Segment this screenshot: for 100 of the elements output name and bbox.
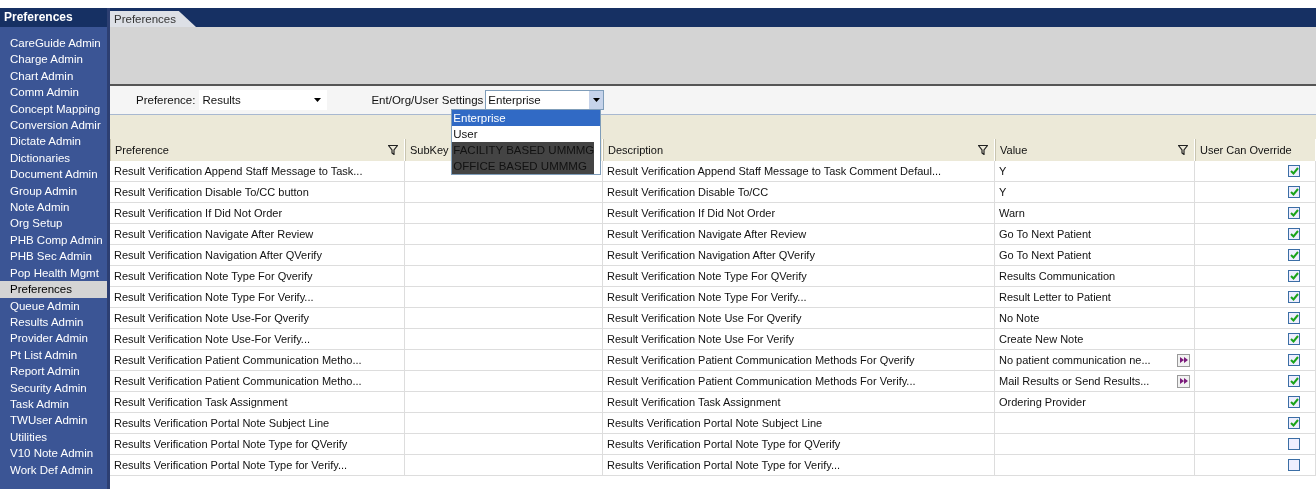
table-cell: Result Verification Disable To/CC button <box>110 182 405 202</box>
sidebar-item[interactable]: Queue Admin <box>0 297 107 314</box>
checkbox[interactable] <box>1288 291 1300 303</box>
sidebar-item[interactable]: Provider Admin <box>0 330 107 347</box>
table-cell-text: Warn <box>999 206 1025 221</box>
preference-dropdown[interactable]: Results <box>199 90 328 110</box>
sidebar-item[interactable]: Charge Admin <box>0 51 107 68</box>
dropdown-option[interactable]: User <box>452 126 601 142</box>
sidebar-item[interactable]: Dictate Admin <box>0 133 107 150</box>
sidebar-item[interactable]: Note Admin <box>0 199 107 216</box>
table-cell: Result Verification Note Use For Verify <box>603 329 995 349</box>
checkbox[interactable] <box>1288 354 1300 366</box>
table-cell: Results Verification Portal Note Type for QVerify <box>110 434 405 454</box>
sidebar-item[interactable]: Task Admin <box>0 395 107 413</box>
sidebar-item[interactable]: Report Admin <box>0 363 107 380</box>
table-cell: Result Verification Task Assignment <box>110 392 405 412</box>
table-cell-text: Result Letter to Patient <box>999 290 1111 305</box>
sidebar-item[interactable]: Document Admin <box>0 166 107 183</box>
table-cell: Results Verification Portal Note Type for Verify... <box>110 455 405 475</box>
table-cell-text: No Note <box>999 311 1040 326</box>
sidebar-item[interactable]: Group Admin <box>0 182 107 200</box>
filter-icon[interactable] <box>388 145 398 155</box>
filter-icon[interactable] <box>1178 145 1188 155</box>
sidebar-item[interactable]: Conversion Admir <box>0 117 107 134</box>
table-cell-text: Create New Note <box>999 332 1084 347</box>
checkbox[interactable] <box>1288 333 1300 345</box>
checkbox[interactable] <box>1288 459 1300 471</box>
sidebar-item[interactable]: Results Admin <box>0 313 107 331</box>
settings-label: Ent/Org/User Settings <box>371 94 484 106</box>
table-cell: Result Verification Note Use-For Qverify <box>110 308 405 328</box>
checkbox[interactable] <box>1288 228 1300 240</box>
table-cell: Result Verification Note Type For QVerify <box>603 266 995 286</box>
table-cell: Result Verification Note Type For Verify... <box>110 287 405 307</box>
fast-forward-icon <box>1179 357 1188 363</box>
table-cell: Result Verification If Did Not Order <box>110 203 405 223</box>
sidebar-item[interactable]: Utilities <box>0 428 107 446</box>
sidebar-item[interactable]: Security Admin <box>0 379 107 396</box>
table-cell: Result Verification Note Type For Verify... <box>603 287 995 307</box>
table-cell: Result Verification Patient Communication Methods For Qverify <box>603 350 995 370</box>
table-cell: Result Verification Navigation After QVerify <box>110 245 405 265</box>
filter-icon[interactable] <box>978 145 988 155</box>
sidebar-item[interactable]: Concept Mapping <box>0 100 107 118</box>
sidebar-item[interactable]: PHB Comp Admin <box>0 231 107 249</box>
table-cell: Result Verification Navigate After Review <box>110 224 405 244</box>
settings-dropdown[interactable]: Enterprise <box>485 90 605 110</box>
sidebar-item[interactable]: CareGuide Admin <box>0 35 107 52</box>
checkbox[interactable] <box>1288 396 1300 408</box>
tab[interactable]: Preferences <box>110 11 196 27</box>
sidebar-item[interactable]: Pop Health Mgmt <box>0 264 107 282</box>
fast-forward-icon <box>1179 378 1188 384</box>
table-cell-text: Go To Next Patient <box>999 227 1092 242</box>
table-cell: Result Verification Patient Communication Methods For Verify... <box>603 371 995 391</box>
checkbox[interactable] <box>1288 438 1300 450</box>
table-cell: Results Verification Portal Note Subject Line <box>603 413 995 433</box>
sidebar-item[interactable]: Chart Admin <box>0 67 107 85</box>
sidebar-item[interactable]: Comm Admin <box>0 84 107 101</box>
table-cell: Result Verification Patient Communication Metho... <box>110 350 405 370</box>
table-cell-text: Results Communication <box>999 269 1116 284</box>
expand-button[interactable] <box>1177 374 1190 388</box>
sidebar-item[interactable]: PHB Sec Admin <box>0 248 107 265</box>
checkbox[interactable] <box>1288 186 1300 198</box>
checkbox[interactable] <box>1288 312 1300 324</box>
caret-icon <box>592 98 600 102</box>
dropdown-option[interactable]: Enterprise <box>452 110 601 126</box>
table-cell-text: Y <box>999 164 1007 179</box>
sidebar-item[interactable]: Org Setup <box>0 215 107 232</box>
checkbox[interactable] <box>1288 375 1300 387</box>
checkbox[interactable] <box>1288 165 1300 177</box>
sidebar-title: Preferences <box>0 8 107 27</box>
checkbox[interactable] <box>1288 417 1300 429</box>
checkbox[interactable] <box>1288 249 1300 261</box>
table-cell: Result Verification If Did Not Order <box>603 203 995 223</box>
sidebar-item[interactable]: TWUser Admin <box>0 412 107 429</box>
table-cell: Result Verification Patient Communication Metho... <box>110 371 405 391</box>
table-cell: Result Verification Note Use For Qverify <box>603 308 995 328</box>
table-cell-text: Go To Next Patient <box>999 248 1092 263</box>
preference-label: Preference: <box>136 94 196 106</box>
expand-button[interactable] <box>1177 353 1190 367</box>
table-cell-text: Ordering Provider <box>999 395 1086 410</box>
sidebar-item[interactable]: Pt List Admin <box>0 346 107 364</box>
table-cell-text: Y <box>999 185 1007 200</box>
table-cell: Result Verification Navigation After QVerify <box>603 245 995 265</box>
table-cell-text: Mail Results or Send Results... <box>999 374 1150 389</box>
table-cell: Result Verification Navigate After Review <box>603 224 995 244</box>
table-cell: Results Verification Portal Note Type for QVerify <box>603 434 995 454</box>
table-cell: Results Verification Portal Note Subject Line <box>110 413 405 433</box>
table-cell: Result Verification Note Use-For Verify... <box>110 329 405 349</box>
sidebar-item[interactable]: Preferences <box>0 281 107 298</box>
checkbox[interactable] <box>1288 207 1300 219</box>
sidebar-item[interactable]: Work Def Admin <box>0 461 107 478</box>
table-cell: Result Verification Append Staff Message to Task Comment Defaul... <box>603 161 995 181</box>
table-cell: Result Verification Note Type For Qverify <box>110 266 405 286</box>
sidebar-item[interactable]: V10 Note Admin <box>0 445 107 462</box>
table-cell-text: No patient communication ne... <box>999 353 1151 368</box>
table-cell: Result Verification Append Staff Message to Task... <box>110 161 405 181</box>
table-cell: Result Verification Disable To/CC <box>603 182 995 202</box>
table-cell: Result Verification Task Assignment <box>603 392 995 412</box>
table-cell: Results Verification Portal Note Type for Verify... <box>603 455 995 475</box>
checkbox[interactable] <box>1288 270 1300 282</box>
sidebar-item[interactable]: Dictionaries <box>0 149 107 167</box>
